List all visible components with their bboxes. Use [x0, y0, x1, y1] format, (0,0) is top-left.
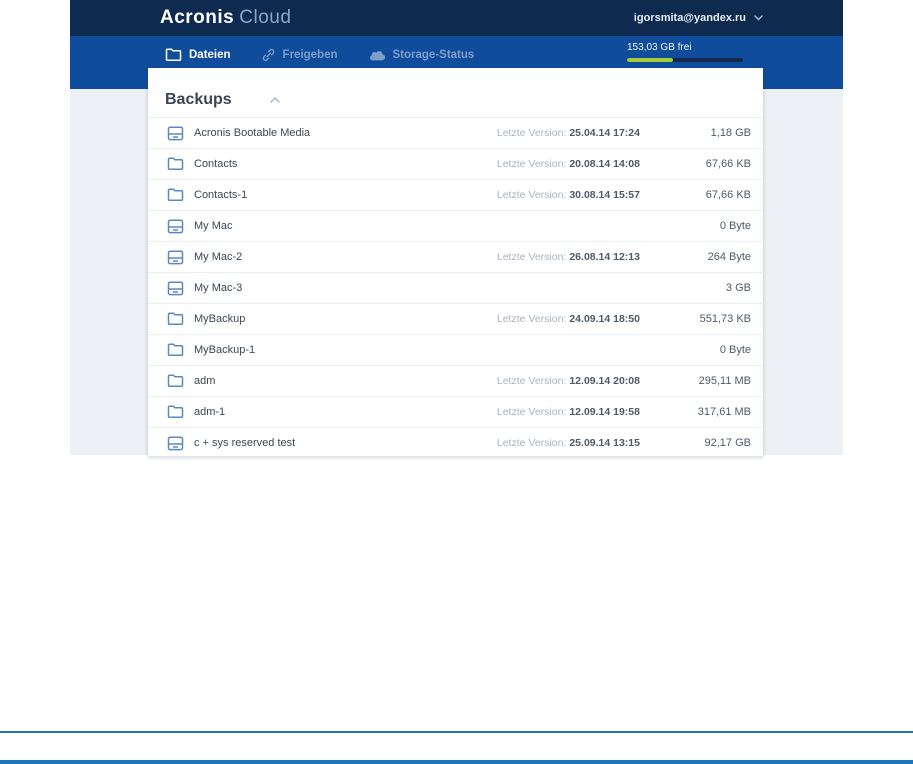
disk-icon — [165, 248, 185, 266]
backup-list: Acronis Bootable Media Letzte Version: 25.… — [148, 117, 763, 459]
storage-quota[interactable]: 153,03 GB frei — [627, 42, 743, 62]
disk-icon — [165, 279, 185, 297]
backup-name: MyBackup-1 — [194, 344, 256, 356]
last-version: Letzte Version: 30.08.14 15:57 — [496, 189, 640, 201]
backup-size: 92,17 GB — [704, 437, 751, 449]
app-header: Acronis Cloud igorsmita@yandex.ru — [70, 0, 843, 36]
backup-size: 0 Byte — [719, 220, 751, 232]
table-row[interactable]: Acronis Bootable Media Letzte Version: 25.… — [148, 118, 763, 149]
backup-name: c + sys reserved test — [194, 437, 296, 449]
table-row[interactable]: My Mac-2 Letzte Version: 26.08.14 12:13 264… — [148, 242, 763, 273]
table-row[interactable]: adm-1 Letzte Version: 12.09.14 19:58 317,61… — [148, 397, 763, 428]
last-version: Letzte Version: 25.04.14 17:24 — [496, 127, 640, 139]
table-row[interactable]: My Mac 0 Byte — [148, 211, 763, 242]
storage-free-label: 153,03 GB frei — [627, 42, 692, 53]
folder-icon — [165, 403, 185, 421]
acronis-cloud-logo[interactable]: Acronis Cloud — [160, 7, 291, 29]
table-row[interactable]: My Mac-3 3 GB — [148, 273, 763, 304]
folder-icon — [165, 155, 185, 173]
backup-name: Contacts-1 — [194, 189, 248, 201]
last-version: Letzte Version: 26.08.14 12:13 — [496, 251, 640, 263]
backup-size: 3 GB — [725, 282, 751, 294]
table-row[interactable]: MyBackup Letzte Version: 24.09.14 18:50 551… — [148, 304, 763, 335]
last-version: Letzte Version: 20.08.14 14:08 — [496, 158, 640, 170]
backup-size: 264 Byte — [707, 251, 751, 263]
disk-icon — [165, 217, 185, 235]
backup-size: 551,73 KB — [699, 313, 751, 325]
cloud-icon — [368, 49, 386, 61]
user-account-menu[interactable]: igorsmita@yandex.ru — [634, 0, 763, 36]
tab-storage-status[interactable]: Storage-Status — [368, 49, 475, 61]
page-title: Backups — [165, 91, 232, 108]
last-version: Letzte Version: 24.09.14 18:50 — [496, 313, 640, 325]
backup-name: My Mac — [194, 220, 233, 232]
backup-name: adm — [194, 375, 216, 387]
chevron-up-icon — [270, 97, 280, 103]
last-version: Letzte Version: 25.09.14 13:15 — [496, 437, 640, 449]
backups-panel: Backups Acronis Bootable Media Letzte Ver… — [148, 68, 763, 459]
storage-progress-fill — [627, 58, 674, 62]
logo-text-cloud: Cloud — [239, 7, 292, 28]
backup-name: MyBackup — [194, 313, 246, 325]
table-row[interactable]: c + sys reserved test Letzte Version: 25.0… — [148, 428, 763, 459]
tab-label: Freigeben — [282, 49, 338, 61]
backup-size: 1,18 GB — [710, 127, 751, 139]
right-gutter — [763, 89, 843, 455]
backup-size: 295,11 MB — [698, 375, 751, 387]
link-icon — [261, 48, 276, 62]
backup-name: Contacts — [194, 158, 238, 170]
footer-divider — [0, 731, 913, 733]
table-row[interactable]: Contacts Letzte Version: 20.08.14 14:08 67,… — [148, 149, 763, 180]
collapse-section-button[interactable] — [270, 97, 280, 103]
disk-icon — [165, 124, 185, 142]
tab-dateien[interactable]: Dateien — [165, 48, 231, 62]
tab-label: Dateien — [189, 49, 231, 61]
backup-size: 317,61 MB — [697, 406, 751, 418]
backup-size: 67,66 KB — [705, 189, 751, 201]
backup-name: Acronis Bootable Media — [194, 127, 311, 139]
page: Acronis Cloud igorsmita@yandex.ru Dateie… — [0, 0, 913, 764]
table-row[interactable]: adm Letzte Version: 12.09.14 20:08 295,11 M… — [148, 366, 763, 397]
last-version: Letzte Version: 12.09.14 20:08 — [496, 375, 640, 387]
chevron-down-icon — [754, 15, 763, 21]
tab-freigeben[interactable]: Freigeben — [261, 48, 338, 62]
backups-panel-header: Backups — [148, 68, 763, 116]
backup-size: 67,66 KB — [705, 158, 751, 170]
folder-icon — [165, 186, 185, 204]
folder-icon — [165, 341, 185, 359]
storage-progressbar — [627, 58, 743, 62]
folder-icon — [165, 372, 185, 390]
left-gutter — [70, 89, 148, 455]
user-email: igorsmita@yandex.ru — [633, 12, 746, 24]
folder-icon — [165, 310, 185, 328]
backup-name: My Mac-3 — [194, 282, 243, 294]
last-version: Letzte Version: 12.09.14 19:58 — [496, 406, 640, 418]
footer-bar — [0, 760, 913, 764]
backup-name: adm-1 — [194, 406, 226, 418]
disk-icon — [165, 434, 185, 452]
logo-text-acronis: Acronis — [160, 7, 235, 28]
tab-label: Storage-Status — [392, 49, 475, 61]
backup-size: 0 Byte — [719, 344, 751, 356]
folder-icon — [165, 48, 182, 62]
table-row[interactable]: Contacts-1 Letzte Version: 30.08.14 15:57 6… — [148, 180, 763, 211]
table-row[interactable]: MyBackup-1 0 Byte — [148, 335, 763, 366]
backup-name: My Mac-2 — [194, 251, 243, 263]
